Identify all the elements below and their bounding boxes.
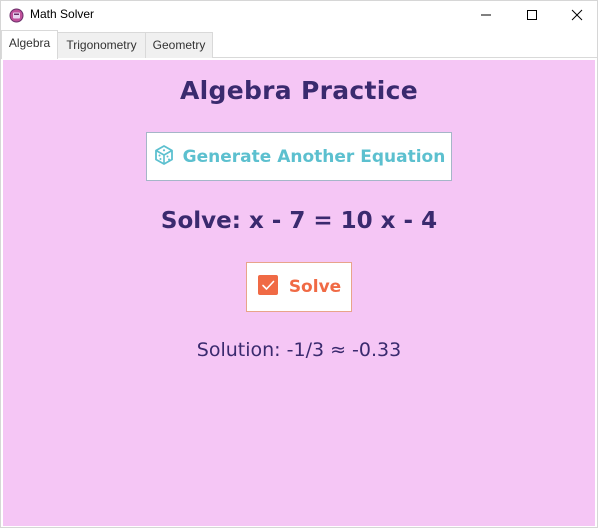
tab-label: Geometry bbox=[152, 38, 206, 52]
checkbox-icon bbox=[257, 274, 279, 300]
tab-label: Trigonometry bbox=[66, 38, 137, 52]
tab-label: Algebra bbox=[8, 36, 51, 50]
generate-equation-button[interactable]: Generate Another Equation bbox=[146, 132, 452, 181]
app-window: Math Solver Algebra Trigonometry Geometr… bbox=[0, 0, 598, 528]
close-button[interactable] bbox=[554, 1, 597, 30]
title-bar[interactable]: Math Solver bbox=[1, 1, 597, 30]
solution-text: Solution: -1/3 ≈ -0.33 bbox=[196, 339, 402, 361]
equation-text: Solve: x - 7 = 10 x - 4 bbox=[160, 208, 438, 234]
minimize-icon bbox=[481, 14, 491, 16]
solve-button[interactable]: Solve bbox=[246, 262, 352, 312]
generate-button-label: Generate Another Equation bbox=[182, 146, 446, 167]
maximize-button[interactable] bbox=[509, 1, 555, 30]
tab-geometry[interactable]: Geometry bbox=[145, 32, 213, 58]
tab-algebra[interactable]: Algebra bbox=[1, 30, 58, 59]
tab-trigonometry[interactable]: Trigonometry bbox=[57, 32, 146, 58]
app-icon bbox=[9, 8, 24, 23]
close-icon bbox=[571, 9, 583, 21]
solve-button-label: Solve bbox=[288, 277, 342, 297]
window-title: Math Solver bbox=[30, 7, 95, 21]
maximize-icon bbox=[527, 10, 537, 20]
dice-icon bbox=[153, 144, 175, 170]
page-title: Algebra Practice bbox=[179, 76, 418, 105]
minimize-button[interactable] bbox=[463, 1, 509, 30]
tab-bar: Algebra Trigonometry Geometry bbox=[1, 30, 597, 59]
algebra-panel: Algebra Practice Generate Another Equati… bbox=[3, 60, 595, 526]
